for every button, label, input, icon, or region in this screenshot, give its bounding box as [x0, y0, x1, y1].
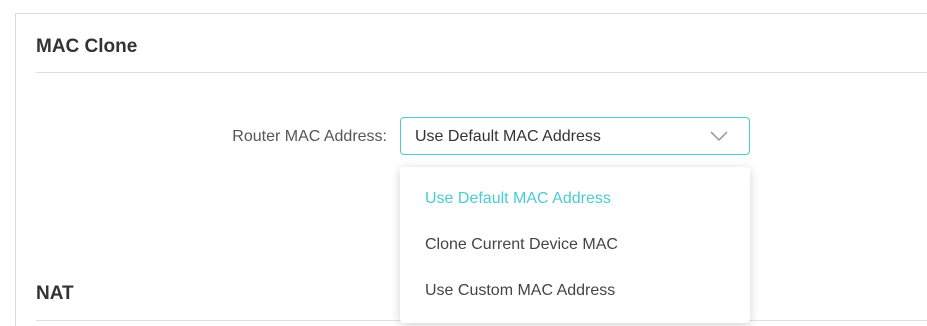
router-mac-address-selected-value: Use Default MAC Address	[415, 128, 601, 145]
section-divider	[36, 72, 927, 73]
section-title-nat: NAT	[36, 283, 74, 304]
router-mac-address-select[interactable]: Use Default MAC Address	[400, 117, 750, 155]
router-mac-address-label: Router MAC Address:	[232, 128, 387, 145]
section-title-mac-clone: MAC Clone	[36, 36, 138, 57]
router-mac-address-dropdown: Use Default MAC Address Clone Current De…	[400, 167, 750, 323]
chevron-down-icon	[710, 131, 728, 142]
option-use-custom-mac-address[interactable]: Use Custom MAC Address	[400, 268, 750, 314]
option-use-default-mac-address[interactable]: Use Default MAC Address	[400, 176, 750, 222]
option-clone-current-device-mac[interactable]: Clone Current Device MAC	[400, 222, 750, 268]
